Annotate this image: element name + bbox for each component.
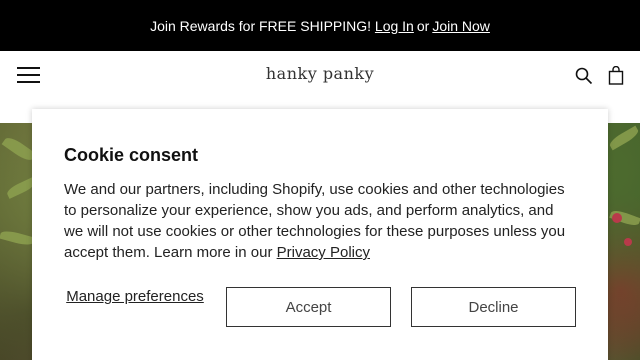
promo-or-text: or (416, 17, 430, 34)
accept-button[interactable]: Accept (226, 287, 391, 327)
login-link[interactable]: Log In (375, 18, 414, 34)
cookie-description: We and our partners, including Shopify, … (64, 179, 576, 263)
join-now-link[interactable]: Join Now (432, 18, 490, 34)
privacy-policy-link[interactable]: Privacy Policy (277, 244, 370, 261)
cookie-consent-dialog: Cookie consent We and our partners, incl… (32, 109, 608, 360)
manage-preferences-link[interactable]: Manage preferences (64, 287, 206, 306)
brand-logo[interactable]: hanky panky (0, 64, 640, 83)
decline-button[interactable]: Decline (411, 287, 576, 327)
cookie-actions: Manage preferences Accept Decline (64, 287, 576, 327)
cookie-title: Cookie consent (64, 145, 199, 165)
promo-text: Join Rewards for FREE SHIPPING! (150, 17, 372, 34)
search-icon[interactable] (575, 67, 593, 85)
promo-bar: Join Rewards for FREE SHIPPING! Log In or… (0, 0, 640, 51)
shopping-bag-icon[interactable] (608, 66, 624, 85)
